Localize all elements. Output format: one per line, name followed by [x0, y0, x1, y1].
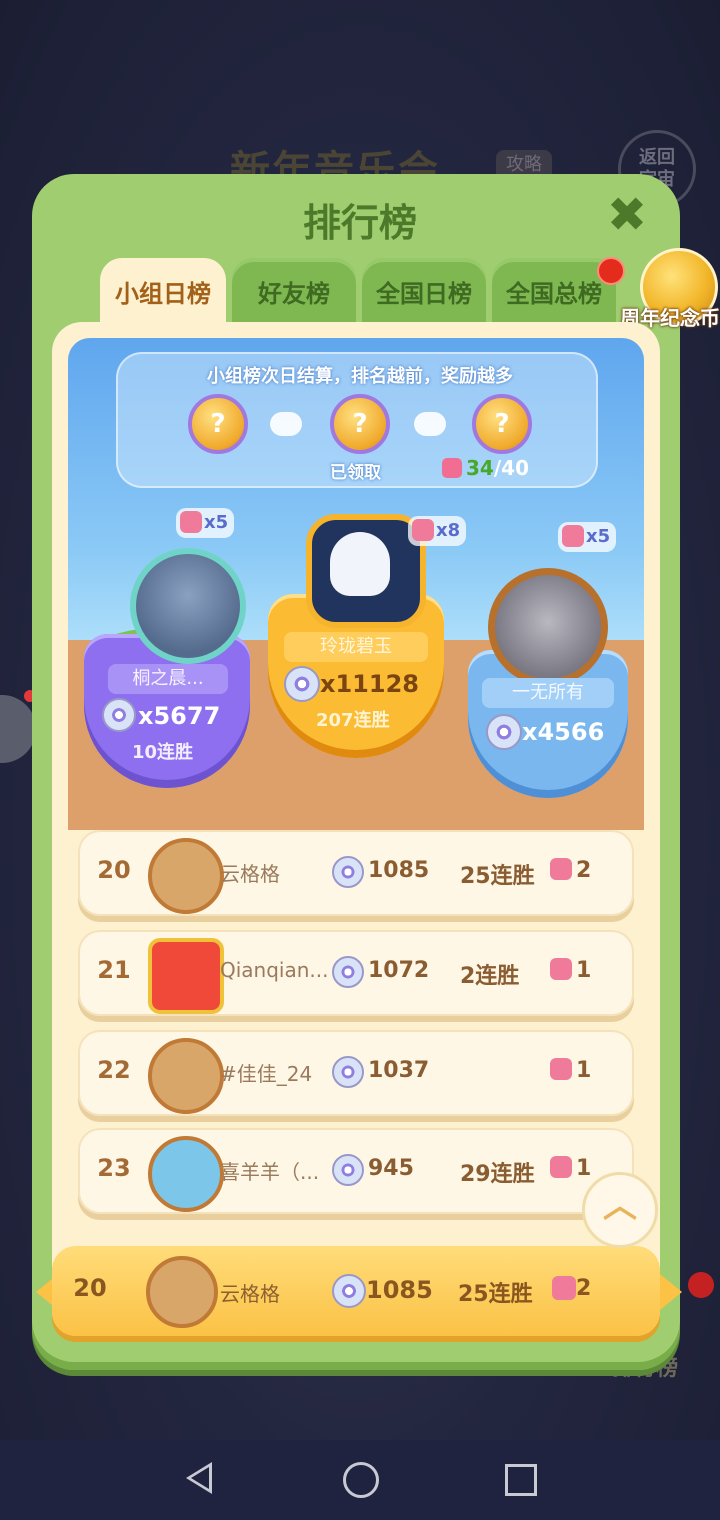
nav-recents-icon[interactable] [505, 1464, 537, 1496]
reward-chest-icon[interactable]: ? [188, 394, 248, 454]
my-streak: 25连胜 [458, 1282, 533, 1307]
cd-disc-icon [332, 856, 364, 888]
table-row[interactable]: 21 Qianqian... 1072 2连胜 1 [78, 930, 634, 1016]
row-score: 1085 [368, 858, 430, 883]
avatar[interactable] [146, 1256, 218, 1328]
cd-disc-icon [486, 714, 522, 750]
cd-disc-icon [284, 666, 320, 702]
row-streak: 2连胜 [460, 964, 520, 989]
arrow-right-icon [270, 412, 302, 436]
row-name: 喜羊羊（... [220, 1160, 320, 1184]
avatar[interactable] [148, 938, 224, 1014]
podium-streak: 10连胜 [132, 742, 194, 763]
podium-score: x11128 [320, 670, 419, 698]
arrow-right-icon [414, 412, 446, 436]
row-name: 云格格 [220, 862, 280, 886]
puzzle-piece-icon [180, 511, 202, 533]
podium-score: x4566 [522, 718, 605, 746]
podium-name: 一无所有 [482, 678, 614, 708]
row-score: 945 [368, 1156, 414, 1181]
row-rank: 23 [97, 1154, 131, 1182]
puzzle-piece-icon [550, 1156, 572, 1178]
tab-friends[interactable]: 好友榜 [232, 258, 356, 324]
reward-info-text: 小组榜次日结算，排名越前，奖励越多 [207, 366, 513, 387]
puzzle-piece-icon [412, 519, 434, 541]
my-score: 1085 [366, 1276, 433, 1304]
row-rank: 20 [97, 856, 131, 884]
table-row[interactable]: 22 #佳佳_24 1037 1 [78, 1030, 634, 1116]
podium-streak: 207连胜 [316, 710, 390, 731]
row-pieces: 1 [576, 1156, 592, 1181]
podium-score: x5677 [138, 702, 221, 730]
row-pieces: 1 [576, 958, 592, 983]
row-score: 1072 [368, 958, 430, 983]
tab-national-daily[interactable]: 全国日榜 [362, 258, 486, 324]
reward-progress: 34/40 [442, 456, 529, 480]
reward-claimed-label: 已领取 [330, 463, 381, 483]
my-rank-row[interactable]: 20 云格格 1085 25连胜 2 [52, 1246, 660, 1336]
row-rank: 21 [97, 956, 131, 984]
tab-group-daily[interactable]: 小组日榜 [100, 258, 226, 328]
cd-disc-icon [332, 1154, 364, 1186]
avatar[interactable] [130, 548, 246, 664]
my-rank: 20 [73, 1274, 107, 1302]
nav-back-icon-inner [191, 1467, 209, 1489]
reward-chest-icon[interactable]: ? [472, 394, 532, 454]
table-row[interactable]: 23 喜羊羊（... 945 29连胜 1 [78, 1128, 634, 1214]
my-pieces: 2 [576, 1276, 592, 1301]
row-rank: 22 [97, 1056, 131, 1084]
podium-name: 桐之晨... [108, 664, 228, 694]
cd-disc-icon [332, 1056, 364, 1088]
notification-dot [597, 257, 625, 285]
row-pieces: 1 [576, 1058, 592, 1083]
avatar[interactable] [148, 1136, 224, 1212]
my-row-arrow-right-icon [660, 1274, 682, 1310]
row-name: #佳佳_24 [220, 1062, 313, 1086]
row-score: 1037 [368, 1058, 430, 1083]
puzzle-count-tag: x5 [558, 522, 617, 552]
cd-disc-icon [332, 956, 364, 988]
avatar[interactable] [488, 568, 608, 686]
puzzle-piece-icon [550, 958, 572, 980]
nav-home-icon[interactable] [343, 1462, 379, 1498]
cd-disc-icon [332, 1274, 366, 1308]
puzzle-piece-icon [552, 1276, 576, 1300]
scroll-to-top-chevron-icon[interactable]: ︿ [582, 1172, 658, 1248]
row-streak: 25连胜 [460, 864, 535, 889]
puzzle-count-tag: x8 [408, 516, 467, 546]
my-name: 云格格 [220, 1282, 280, 1306]
reward-chest-icon[interactable]: ? [330, 394, 390, 454]
notification-dot [688, 1272, 714, 1298]
ghost-avatar-icon [330, 532, 390, 596]
row-pieces: 2 [576, 858, 592, 883]
row-name: Qianqian... [220, 958, 329, 982]
avatar[interactable] [148, 1038, 224, 1114]
close-icon[interactable]: ✖ [604, 191, 650, 239]
podium-name: 玲珑碧玉 [284, 632, 428, 662]
avatar[interactable] [148, 838, 224, 914]
table-row[interactable]: 20 云格格 1085 25连胜 2 [78, 830, 634, 916]
puzzle-piece-icon [442, 458, 462, 478]
puzzle-piece-icon [562, 525, 584, 547]
row-streak: 29连胜 [460, 1162, 535, 1187]
puzzle-piece-icon [550, 1058, 572, 1080]
cd-disc-icon [102, 698, 136, 732]
puzzle-count-tag: x5 [176, 508, 235, 538]
puzzle-piece-icon [550, 858, 572, 880]
